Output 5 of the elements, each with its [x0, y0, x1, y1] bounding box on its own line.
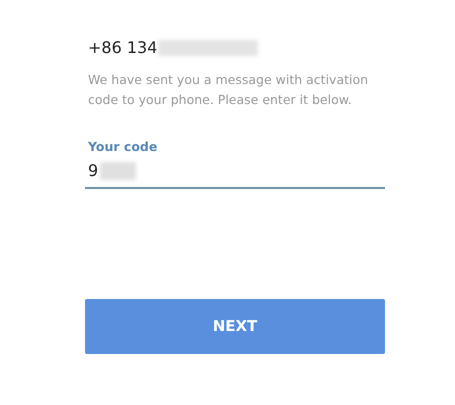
field-label: Your code — [87, 138, 158, 156]
instruction-text: We have sent you a message with activation code to your phone. Please enter it below. — [87, 71, 370, 109]
phone-number: +86 134 — [87, 37, 158, 59]
code-input-field[interactable]: 9 — [85, 158, 98, 183]
redaction-blur — [100, 162, 136, 180]
